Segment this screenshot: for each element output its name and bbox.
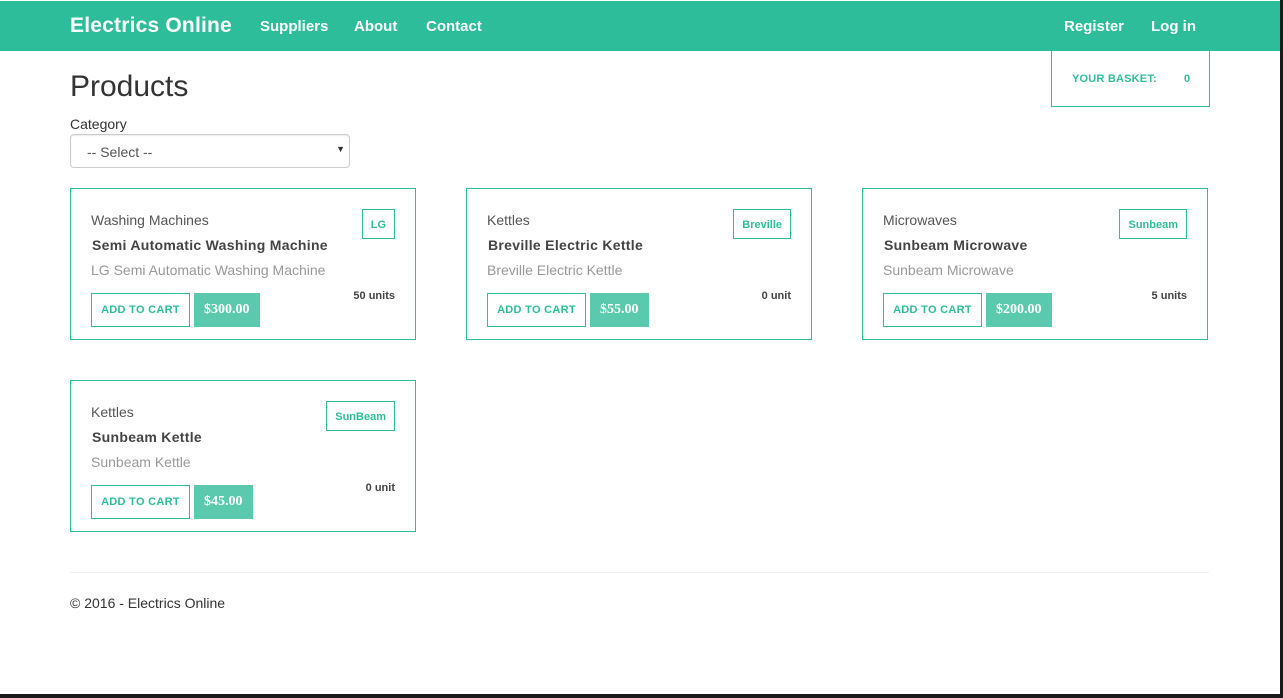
- basket-widget[interactable]: YOUR BASKET: 0: [1051, 51, 1210, 107]
- footer-divider: [70, 572, 1209, 573]
- category-select-value: -- Select --: [87, 144, 153, 160]
- nav-contact[interactable]: Contact: [426, 18, 482, 35]
- footer-copyright: © 2016 - Electrics Online: [70, 595, 226, 611]
- add-to-cart-button[interactable]: ADD TO CART: [487, 293, 586, 327]
- page-title: Products: [70, 70, 189, 103]
- product-description: Breville Electric Kettle: [487, 262, 623, 278]
- price-button[interactable]: $45.00: [194, 485, 253, 519]
- basket-label: YOUR BASKET:: [1072, 73, 1157, 85]
- add-to-cart-button[interactable]: ADD TO CART: [91, 293, 190, 327]
- category-label: Category: [70, 116, 127, 132]
- product-category: Washing Machines: [91, 212, 209, 228]
- product-stock: 5 units: [1151, 290, 1187, 302]
- product-description: Sunbeam Microwave: [883, 262, 1014, 278]
- product-brand-badge[interactable]: LG: [361, 209, 395, 239]
- product-description: LG Semi Automatic Washing Machine: [91, 262, 326, 278]
- product-name: Sunbeam Kettle: [92, 429, 202, 445]
- nav-about[interactable]: About: [354, 18, 397, 35]
- product-category: Microwaves: [883, 212, 957, 228]
- nav-login[interactable]: Log in: [1151, 18, 1196, 35]
- product-name: Breville Electric Kettle: [488, 237, 644, 253]
- product-category: Kettles: [487, 212, 530, 228]
- product-brand-badge[interactable]: SunBeam: [326, 401, 395, 431]
- price-button[interactable]: $300.00: [194, 293, 260, 327]
- product-card: Microwaves Sunbeam Microwave Sunbeam Mic…: [862, 188, 1208, 340]
- price-button[interactable]: $55.00: [590, 293, 649, 327]
- product-name: Sunbeam Microwave: [884, 237, 1028, 253]
- product-stock: 0 unit: [365, 482, 395, 494]
- nav-suppliers[interactable]: Suppliers: [260, 18, 328, 35]
- product-card: Washing Machines Semi Automatic Washing …: [70, 188, 416, 340]
- add-to-cart-button[interactable]: ADD TO CART: [883, 293, 982, 327]
- product-brand-badge[interactable]: Breville: [733, 209, 791, 239]
- basket-count: 0: [1184, 73, 1191, 85]
- product-description: Sunbeam Kettle: [91, 454, 191, 470]
- category-select[interactable]: -- Select -- ▼: [70, 134, 350, 168]
- product-brand-badge[interactable]: Sunbeam: [1119, 209, 1187, 239]
- nav-register[interactable]: Register: [1064, 18, 1124, 35]
- product-stock: 0 unit: [761, 290, 791, 302]
- brand-link[interactable]: Electrics Online: [70, 14, 232, 38]
- product-card: Kettles Sunbeam Kettle Sunbeam Kettle Su…: [70, 380, 416, 532]
- price-button[interactable]: $200.00: [986, 293, 1052, 327]
- product-stock: 50 units: [353, 290, 395, 302]
- top-navbar: Electrics Online Suppliers About Contact…: [0, 1, 1280, 51]
- product-category: Kettles: [91, 404, 134, 420]
- add-to-cart-button[interactable]: ADD TO CART: [91, 485, 190, 519]
- product-card: Kettles Breville Electric Kettle Brevill…: [466, 188, 812, 340]
- caret-down-icon: ▼: [336, 144, 345, 154]
- window-edge-bottom: [0, 694, 1283, 698]
- product-name: Semi Automatic Washing Machine: [92, 237, 328, 253]
